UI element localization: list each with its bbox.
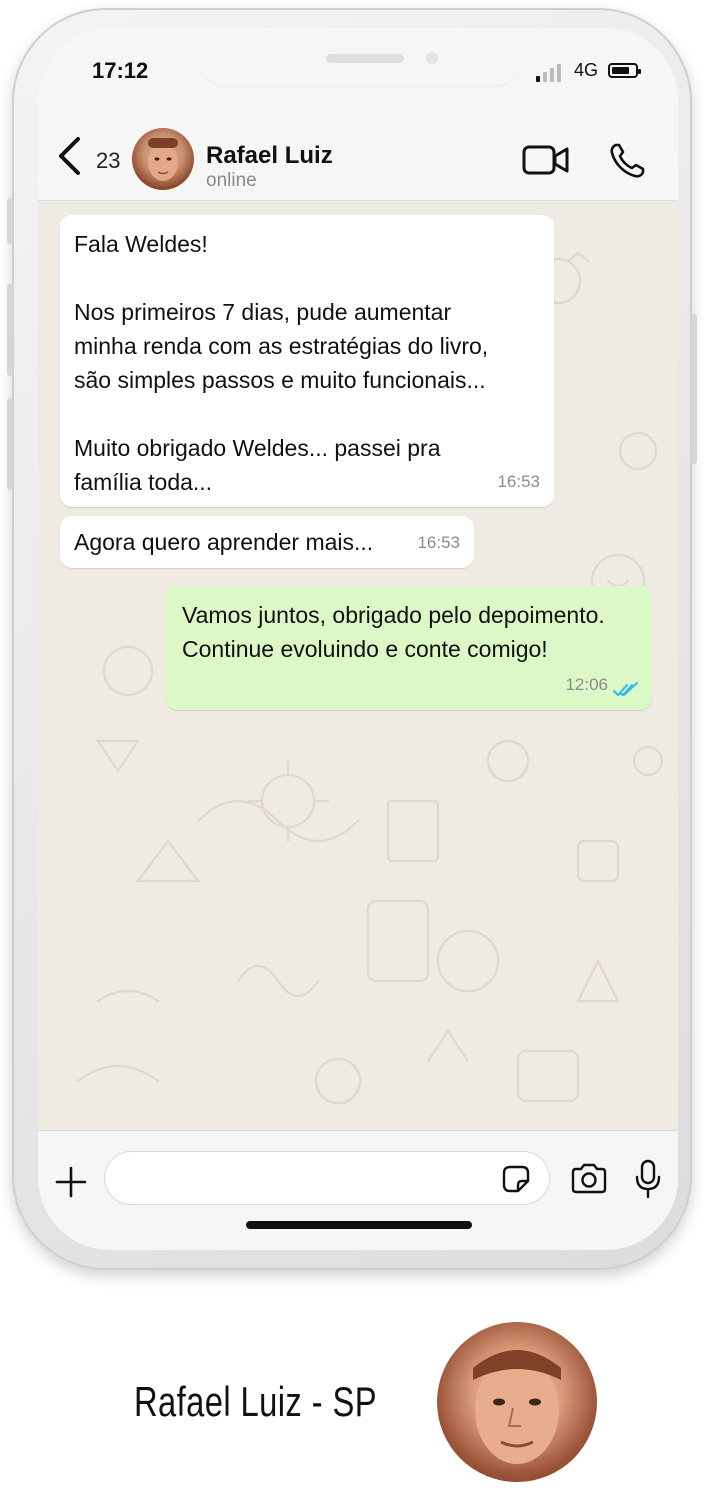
message-text: Vamos juntos, obrigado pelo depoimento. … <box>182 602 605 662</box>
face-illustration <box>148 138 178 181</box>
contact-name[interactable]: Rafael Luiz <box>206 142 333 170</box>
battery-icon <box>608 63 641 78</box>
chat-header: 23 Rafael Luiz online <box>38 108 678 201</box>
message-bubble-incoming[interactable]: Agora quero aprender mais... 16:53 <box>60 516 474 568</box>
message-text: Fala Weldes! Nos primeiros 7 dias, pude … <box>74 231 489 495</box>
phone-icon[interactable] <box>608 142 646 180</box>
face-illustration <box>473 1350 561 1464</box>
status-bar: 17:12 4G <box>38 28 678 108</box>
network-type: 4G <box>574 60 599 80</box>
message-time: 12:06 <box>565 675 608 694</box>
chevron-left-icon[interactable] <box>56 136 82 176</box>
message-input[interactable] <box>104 1151 550 1205</box>
plus-icon[interactable] <box>54 1165 88 1199</box>
chat-area[interactable]: Fala Weldes! Nos primeiros 7 dias, pude … <box>38 201 678 1130</box>
volume-down-button <box>7 398 13 490</box>
message-input-bar <box>38 1130 678 1250</box>
status-time: 17:12 <box>92 58 149 83</box>
testimonial-avatar <box>437 1322 597 1482</box>
unread-count[interactable]: 23 <box>96 148 120 174</box>
front-camera <box>426 52 438 64</box>
volume-up-button <box>7 284 13 376</box>
phone-screen: 17:12 4G 23 Rafael Luiz online Fala Weld… <box>38 28 678 1250</box>
message-time: 16:53 <box>497 472 540 491</box>
microphone-icon[interactable] <box>634 1159 662 1199</box>
contact-status: online <box>206 170 257 191</box>
contact-avatar[interactable] <box>132 128 194 190</box>
message-bubble-incoming[interactable]: Fala Weldes! Nos primeiros 7 dias, pude … <box>60 215 554 507</box>
silent-switch <box>7 198 13 244</box>
signal-icon <box>536 64 561 82</box>
sticker-icon[interactable] <box>500 1163 532 1195</box>
phone-frame: 17:12 4G 23 Rafael Luiz online Fala Weld… <box>7 8 697 1270</box>
video-call-icon[interactable] <box>522 144 570 176</box>
camera-icon[interactable] <box>570 1163 608 1195</box>
double-check-icon <box>613 682 638 697</box>
message-text: Agora quero aprender mais... <box>74 529 374 555</box>
message-bubble-outgoing[interactable]: Vamos juntos, obrigado pelo depoimento. … <box>166 586 652 710</box>
message-time: 16:53 <box>417 533 460 552</box>
testimonial-caption: Rafael Luiz - SP <box>134 1378 377 1425</box>
home-indicator[interactable] <box>246 1221 472 1229</box>
power-button <box>691 314 697 464</box>
speaker-grille <box>326 54 404 63</box>
